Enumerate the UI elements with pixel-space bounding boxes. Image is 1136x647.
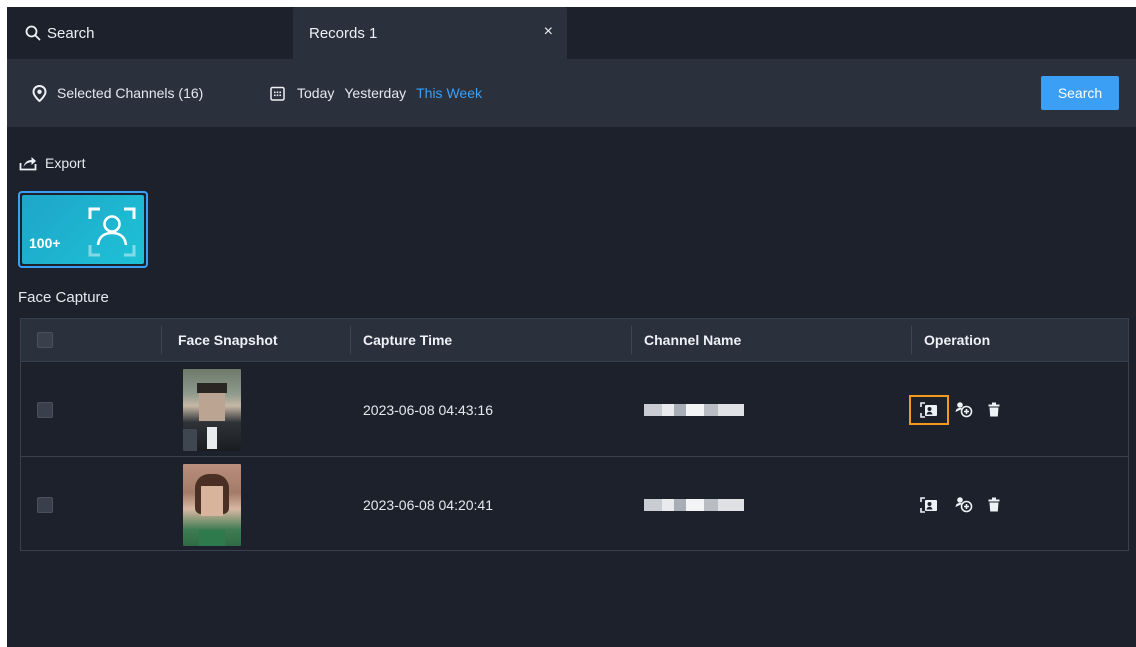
date-option-yesterday[interactable]: Yesterday (344, 85, 406, 101)
tab-records[interactable]: Records 1 × (293, 7, 567, 59)
date-option-today[interactable]: Today (297, 85, 334, 101)
add-to-library-button[interactable] (951, 397, 977, 423)
column-divider (350, 326, 351, 354)
table-row[interactable]: 2023-06-08 04:20:41 (21, 456, 1128, 551)
face-capture-card-body: 100+ (22, 195, 144, 264)
face-search-button[interactable] (909, 490, 949, 520)
trash-icon (988, 402, 1000, 417)
face-snapshot-cell (183, 362, 241, 457)
operation-group (909, 394, 1011, 425)
face-capture-table: Face Snapshot Capture Time Channel Name … (20, 318, 1129, 551)
column-divider (161, 326, 162, 354)
column-header-channel-name: Channel Name (644, 332, 742, 348)
location-pin-icon (32, 84, 47, 102)
capture-time-cell: 2023-06-08 04:20:41 (363, 496, 493, 513)
column-header-operation: Operation (924, 332, 991, 348)
table-header: Face Snapshot Capture Time Channel Name … (21, 319, 1128, 361)
row-checkbox-cell (37, 457, 53, 552)
face-snapshot-cell (183, 457, 241, 552)
magnifier-icon (25, 25, 41, 41)
tab-bar: Search Records 1 × (7, 7, 1136, 59)
face-snapshot-image[interactable] (183, 463, 241, 546)
row-checkbox[interactable] (37, 496, 53, 513)
operation-cell (909, 362, 1011, 457)
column-header-face-snapshot: Face Snapshot (178, 332, 278, 348)
filter-bar: Selected Channels (16) Today Yesterday T… (7, 59, 1136, 127)
row-checkbox[interactable] (37, 401, 53, 418)
capture-count: 100+ (29, 235, 61, 251)
channel-name-cell (644, 457, 744, 552)
operation-cell (909, 457, 1011, 552)
tab-search[interactable]: Search (25, 7, 285, 59)
channel-name-redacted (644, 498, 744, 511)
add-to-library-button[interactable] (951, 492, 977, 518)
delete-button[interactable] (981, 397, 1007, 423)
face-frame-icon (88, 207, 136, 257)
export-label: Export (45, 155, 86, 171)
face-search-icon (920, 401, 937, 418)
tab-search-label: Search (47, 24, 95, 42)
tab-records-label: Records 1 (309, 24, 378, 42)
capture-time-cell: 2023-06-08 04:43:16 (363, 401, 493, 418)
date-filter-group: Today Yesterday This Week (270, 59, 492, 127)
export-icon (19, 157, 37, 171)
face-capture-card[interactable]: 100+ (18, 191, 148, 268)
section-title-face-capture: Face Capture (18, 289, 109, 306)
selected-channels-button[interactable]: Selected Channels (16) (32, 59, 203, 127)
calendar-icon[interactable] (270, 86, 285, 101)
face-snapshot-image[interactable] (183, 368, 241, 451)
close-icon[interactable]: × (544, 22, 553, 42)
column-header-capture-time: Capture Time (363, 332, 453, 348)
export-button[interactable]: Export (19, 153, 85, 173)
channel-name-cell (644, 362, 744, 457)
operation-group (909, 490, 1011, 520)
app-window: Search Records 1 × Selected Channels (16… (7, 7, 1136, 647)
search-button[interactable]: Search (1041, 76, 1119, 110)
column-divider (911, 326, 912, 354)
date-option-this-week[interactable]: This Week (416, 85, 482, 101)
channel-name-redacted (644, 403, 744, 416)
face-search-button[interactable] (909, 394, 949, 425)
row-checkbox-cell (37, 362, 53, 457)
add-person-icon (955, 497, 973, 513)
select-all-checkbox-cell (37, 319, 53, 361)
selected-channels-label: Selected Channels (16) (57, 85, 204, 101)
delete-button[interactable] (981, 492, 1007, 518)
add-person-icon (955, 402, 973, 418)
column-divider (631, 326, 632, 354)
trash-icon (988, 497, 1000, 512)
select-all-checkbox[interactable] (37, 332, 53, 348)
table-row[interactable]: 2023-06-08 04:43:16 (21, 361, 1128, 456)
face-search-icon (920, 496, 937, 513)
